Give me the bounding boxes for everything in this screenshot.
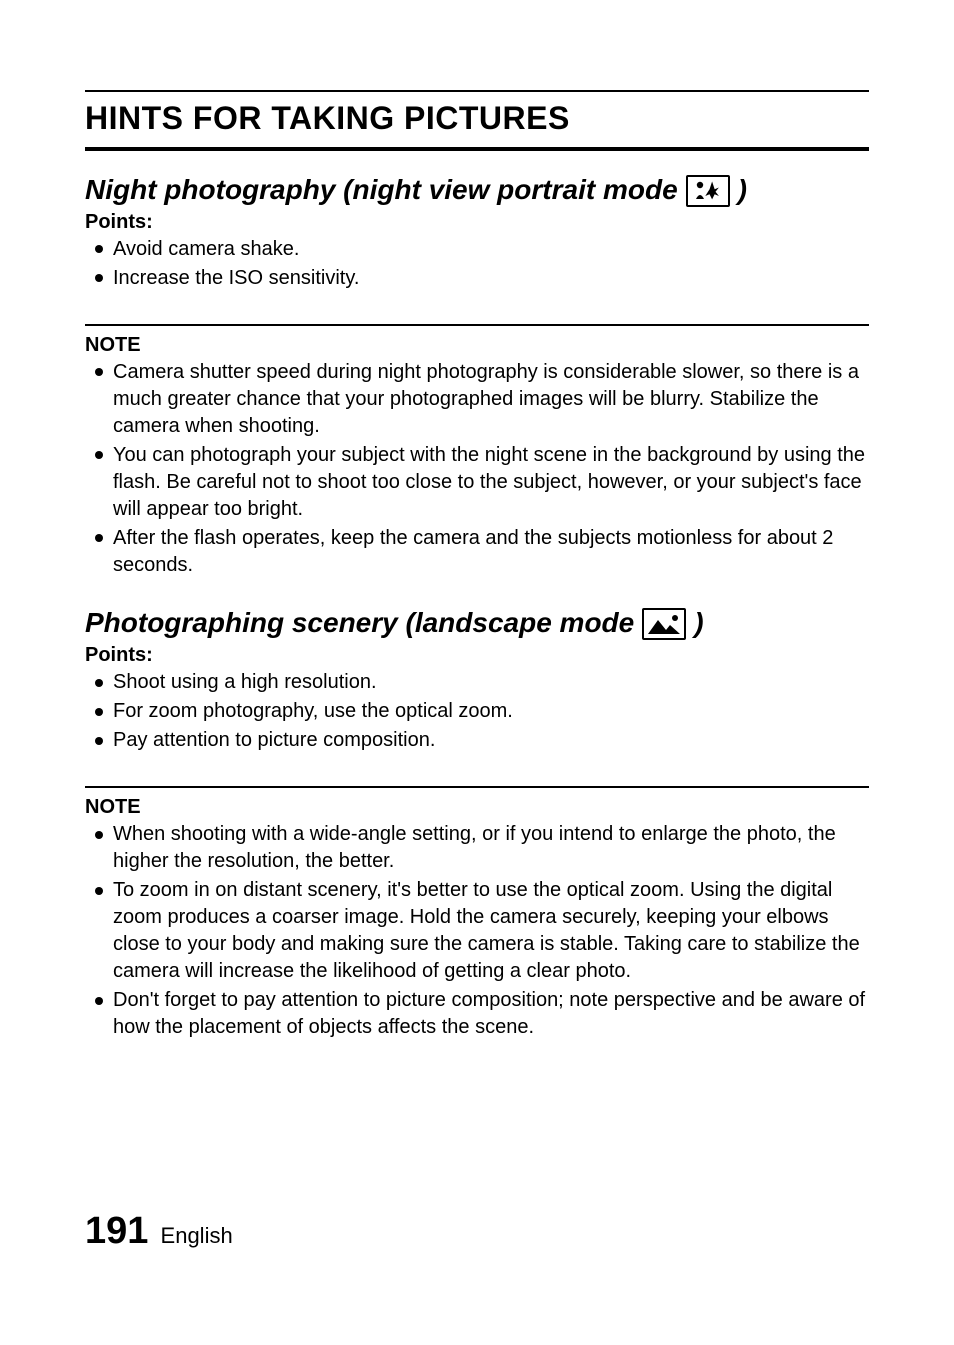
page-number: 191 <box>85 1210 148 1252</box>
page-footer: 191 English <box>85 1210 233 1253</box>
note-rule <box>85 786 869 788</box>
title-underline <box>85 147 869 151</box>
footer-language: English <box>161 1223 233 1248</box>
night-portrait-mode-icon <box>684 173 732 207</box>
points-label: Points: <box>85 644 869 667</box>
list-item: After the flash operates, keep the camer… <box>95 525 869 579</box>
points-list: Avoid camera shake. Increase the ISO sen… <box>95 236 869 292</box>
points-list: Shoot using a high resolution. For zoom … <box>95 669 869 754</box>
note-rule <box>85 324 869 326</box>
points-label: Points: <box>85 211 869 234</box>
heading-text-pre: Photographing scenery (landscape mode <box>85 607 634 639</box>
list-item: When shooting with a wide-angle setting,… <box>95 821 869 875</box>
heading-text-pre: Night photography (night view portrait m… <box>85 174 678 206</box>
page-title: HINTS FOR TAKING PICTURES <box>85 100 869 137</box>
list-item: Don't forget to pay attention to picture… <box>95 987 869 1041</box>
heading-text-post: ) <box>694 607 703 639</box>
note-list: Camera shutter speed during night photog… <box>95 359 869 579</box>
heading-text-post: ) <box>738 174 747 206</box>
section-heading: Night photography (night view portrait m… <box>85 173 869 207</box>
list-item: For zoom photography, use the optical zo… <box>95 698 869 725</box>
landscape-mode-icon <box>640 607 688 641</box>
list-item: Increase the ISO sensitivity. <box>95 265 869 292</box>
note-label: NOTE <box>85 796 869 819</box>
list-item: You can photograph your subject with the… <box>95 442 869 523</box>
section-night-photography: Night photography (night view portrait m… <box>85 173 869 579</box>
note-list: When shooting with a wide-angle setting,… <box>95 821 869 1041</box>
list-item: Pay attention to picture composition. <box>95 727 869 754</box>
section-heading: Photographing scenery (landscape mode ) <box>85 607 869 641</box>
list-item: To zoom in on distant scenery, it's bett… <box>95 877 869 985</box>
section-landscape: Photographing scenery (landscape mode ) … <box>85 607 869 1042</box>
top-rule <box>85 90 869 92</box>
list-item: Shoot using a high resolution. <box>95 669 869 696</box>
list-item: Avoid camera shake. <box>95 236 869 263</box>
note-label: NOTE <box>85 334 869 357</box>
list-item: Camera shutter speed during night photog… <box>95 359 869 440</box>
